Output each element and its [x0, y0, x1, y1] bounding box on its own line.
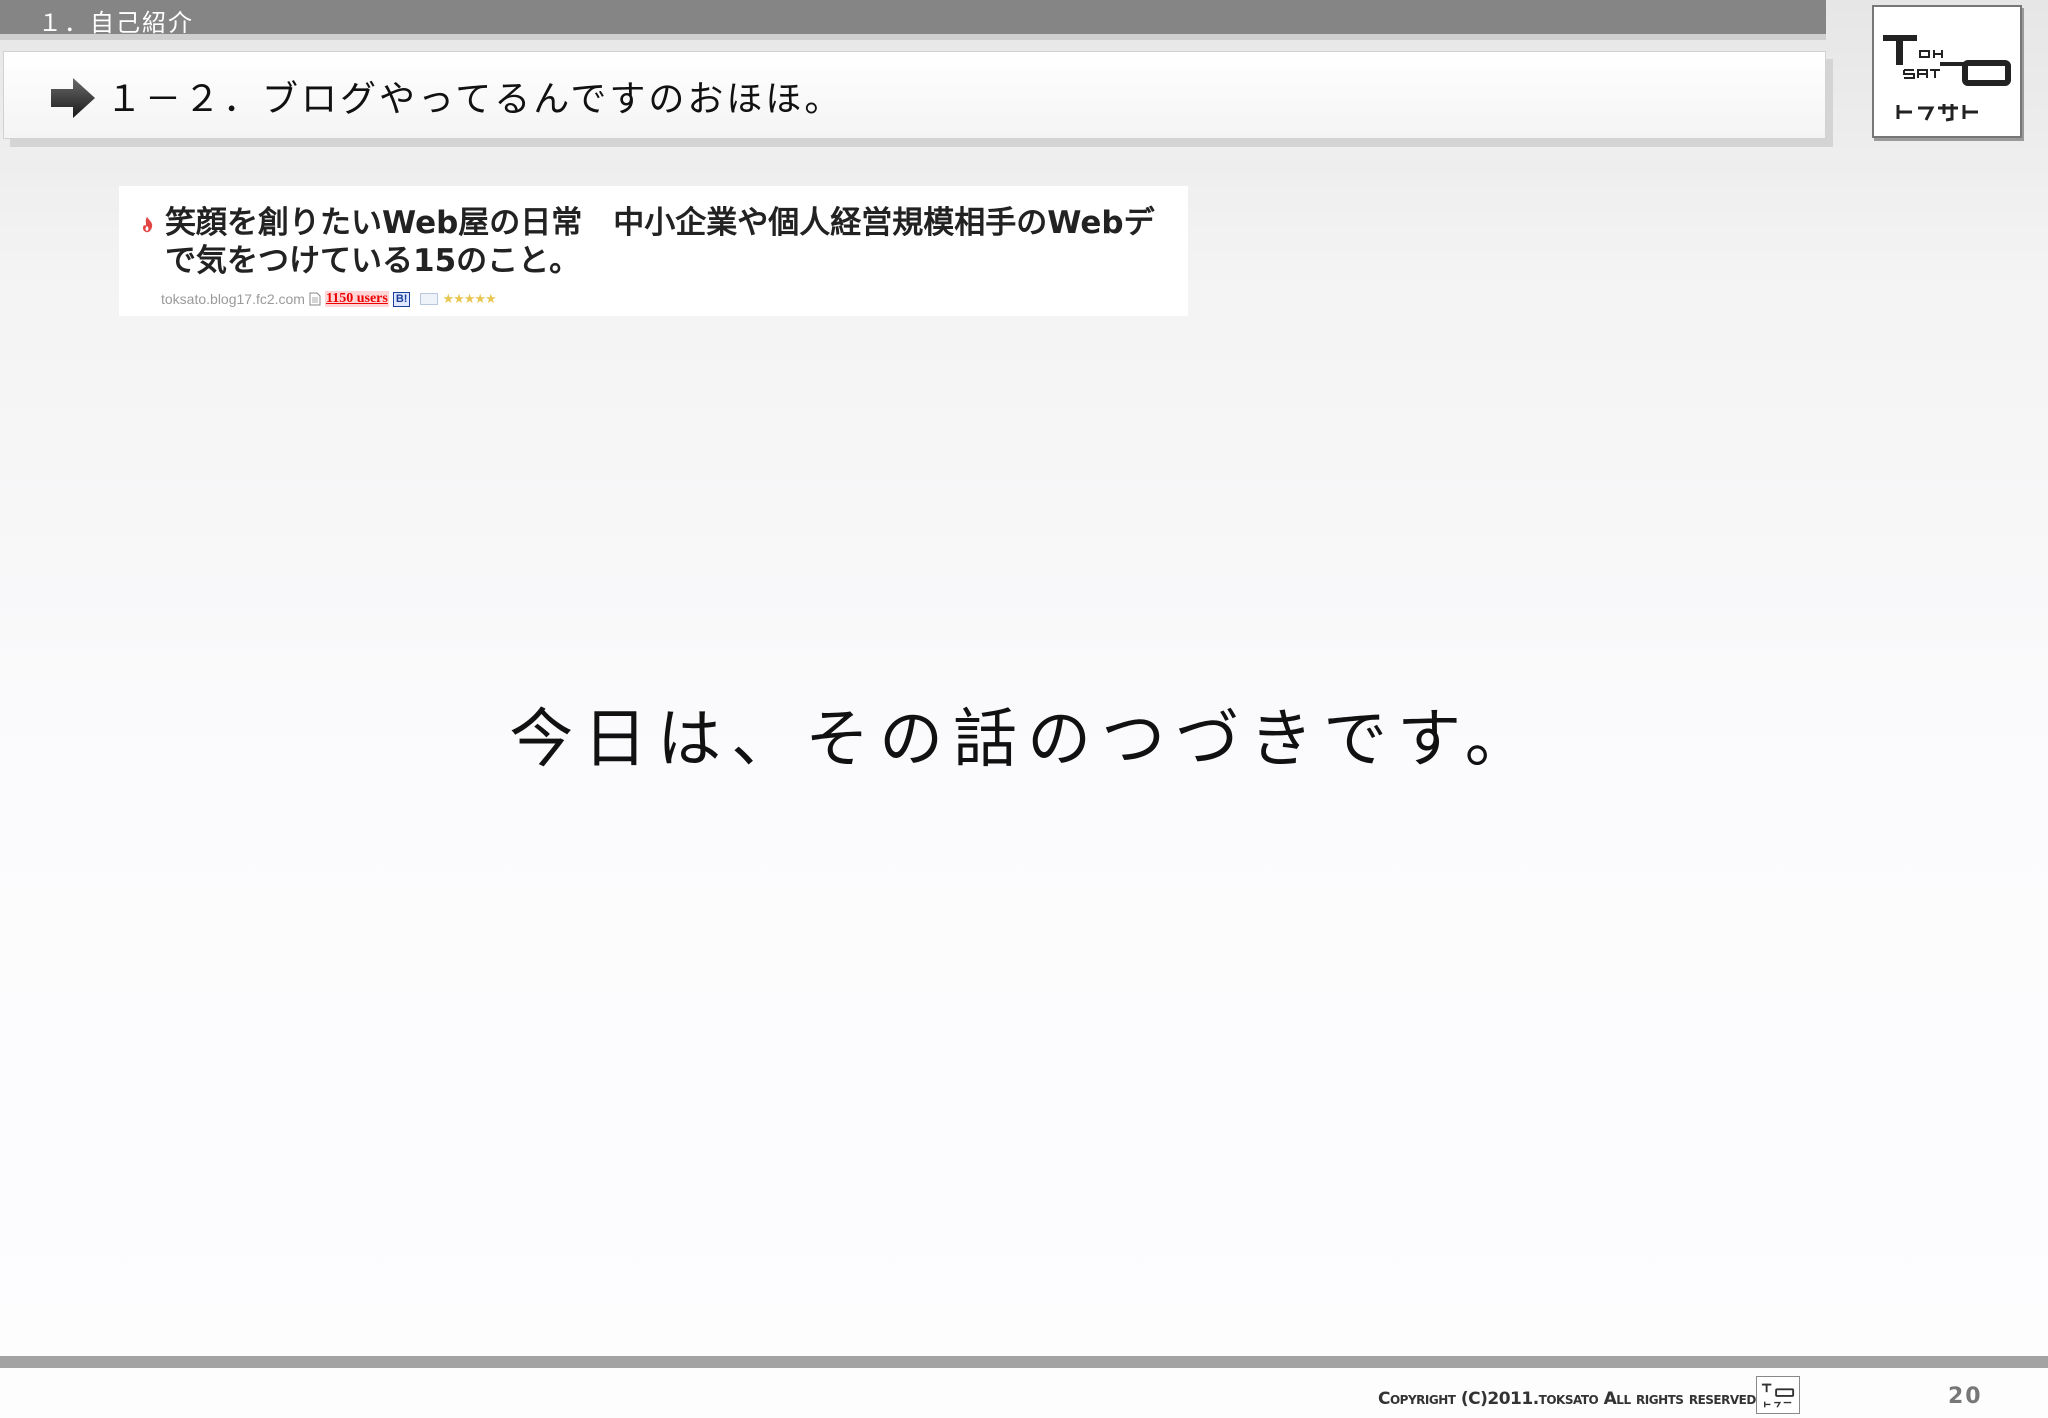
favicon-icon: [142, 217, 153, 233]
main-message: 今日は、その話のつづきです。: [509, 703, 1539, 777]
page-icon: [309, 292, 321, 306]
footer-logo-icon: [1756, 1376, 1800, 1414]
comment-icon[interactable]: [420, 293, 439, 305]
rating-stars: ★★★★★: [442, 291, 496, 306]
blog-entry-card[interactable]: 笑顔を創りたいWeb屋の日常 中小企業や個人経営規模相手のWebデ で気をつけて…: [119, 186, 1188, 316]
blog-domain[interactable]: toksato.blog17.fc2.com: [161, 291, 305, 307]
subtitle-box: １－２．ブログやってるんですのおほほ。: [3, 51, 1826, 139]
blog-entry-title[interactable]: 笑顔を創りたいWeb屋の日常 中小企業や個人経営規模相手のWebデ で気をつけて…: [165, 204, 1188, 280]
company-logo: [1872, 5, 2022, 138]
section-label: １．自己紹介: [38, 9, 194, 37]
section-header-bar: １．自己紹介: [0, 0, 1826, 40]
slide: １．自己紹介 １－２．ブログやってるんですのおほほ。 笑顔を創りたいWeb屋の日…: [0, 0, 2048, 1418]
blog-entry-meta: toksato.blog17.fc2.com 1150 users B! ★★★…: [161, 290, 497, 308]
copyright-notice: Copyright (C)2011.toksato All rights res…: [1378, 1389, 1762, 1409]
arrow-right-icon: [51, 78, 95, 118]
logo-icon: [1883, 35, 2011, 122]
bookmark-users-count[interactable]: 1150 users: [324, 291, 389, 307]
slide-subtitle: １－２．ブログやってるんですのおほほ。: [106, 79, 844, 120]
page-number: 20: [1948, 1384, 1983, 1409]
hatena-bookmark-badge[interactable]: B!: [392, 291, 411, 307]
footer-divider: [0, 1356, 2048, 1368]
